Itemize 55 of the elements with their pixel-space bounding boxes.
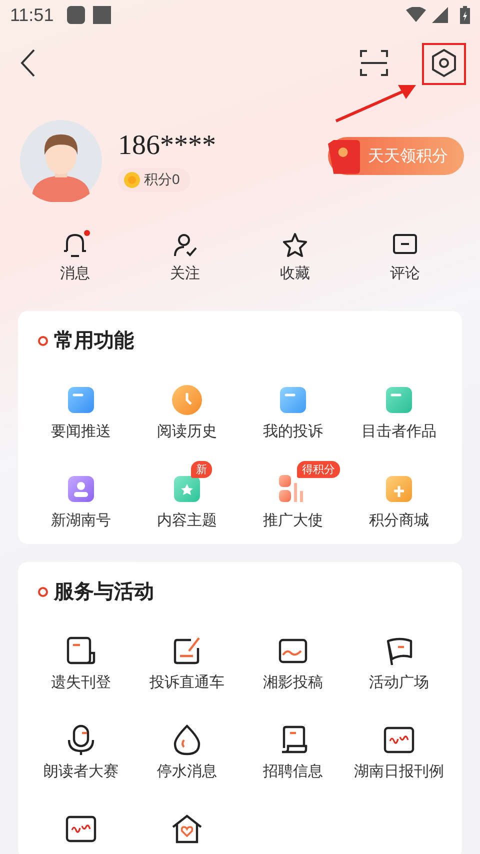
newspaper-logo-icon[interactable] [383,724,415,756]
back-icon[interactable] [20,48,36,78]
shortcut-button[interactable]: 评论 [380,228,430,287]
settings-icon[interactable] [430,48,458,78]
avatar[interactable] [20,120,102,202]
user-name: 186**** [118,130,216,162]
feature-label[interactable]: 积分商城 [369,511,429,530]
feature-label[interactable]: 停水消息 [157,762,217,781]
feature-label[interactable]: 我的投诉 [263,422,323,441]
feature-label[interactable]: 要闻推送 [51,422,111,441]
feature-icon[interactable] [277,384,309,416]
star-icon [282,232,308,258]
highlight-box [422,43,466,85]
bell-icon [62,232,88,258]
microphone-icon[interactable] [65,724,97,756]
feature-label[interactable]: 活动广场 [369,673,429,692]
envelope-icon [328,138,360,174]
scan-icon[interactable] [360,50,388,76]
feature-icon[interactable] [65,384,97,416]
bullet-icon [38,336,48,346]
feature-label[interactable]: 湖南日报刊例 [354,762,444,781]
tag-badge: 得积分 [297,461,340,478]
house-heart-icon[interactable] [171,813,203,845]
feature-label[interactable]: 湘影投稿 [263,673,323,692]
feature-icon[interactable] [65,473,97,505]
document-icon[interactable] [65,635,97,667]
feature-label[interactable]: 遗失刊登 [51,673,111,692]
shortcut-button[interactable]: 消息 [50,228,100,287]
edit-icon[interactable] [171,635,203,667]
notification-icon [92,5,112,25]
battery-icon [460,6,470,24]
feature-label[interactable]: 阅读历史 [157,422,217,441]
feature-label[interactable]: 新湖南号 [51,511,111,530]
points-badge[interactable]: 积分0 [118,168,190,192]
feature-label[interactable]: 朗读者大赛 [44,762,118,781]
feature-label[interactable]: 内容主题 [157,511,217,530]
shortcut-button[interactable]: 收藏 [270,228,320,287]
section-title: 服务与活动 [54,580,154,605]
signal-icon [432,7,448,23]
water-drop-icon[interactable] [171,724,203,756]
feature-label[interactable]: 目击者作品 [362,422,436,441]
newspaper-logo-icon[interactable] [65,813,97,845]
person-check-icon [172,232,198,258]
feature-label[interactable]: 投诉直通车 [150,673,224,692]
status-time: 11:51 [10,4,54,26]
tag-badge: 新 [191,461,212,478]
feature-label[interactable]: 招聘信息 [263,762,323,781]
notification-icon [66,5,86,25]
feature-label[interactable]: 推广大使 [263,511,323,530]
wifi-icon [406,7,426,23]
coin-icon [124,172,140,188]
shortcut-button[interactable]: 关注 [160,228,210,287]
bullet-icon [38,586,48,596]
section-title: 常用功能 [54,329,134,354]
feature-icon[interactable] [171,473,203,505]
